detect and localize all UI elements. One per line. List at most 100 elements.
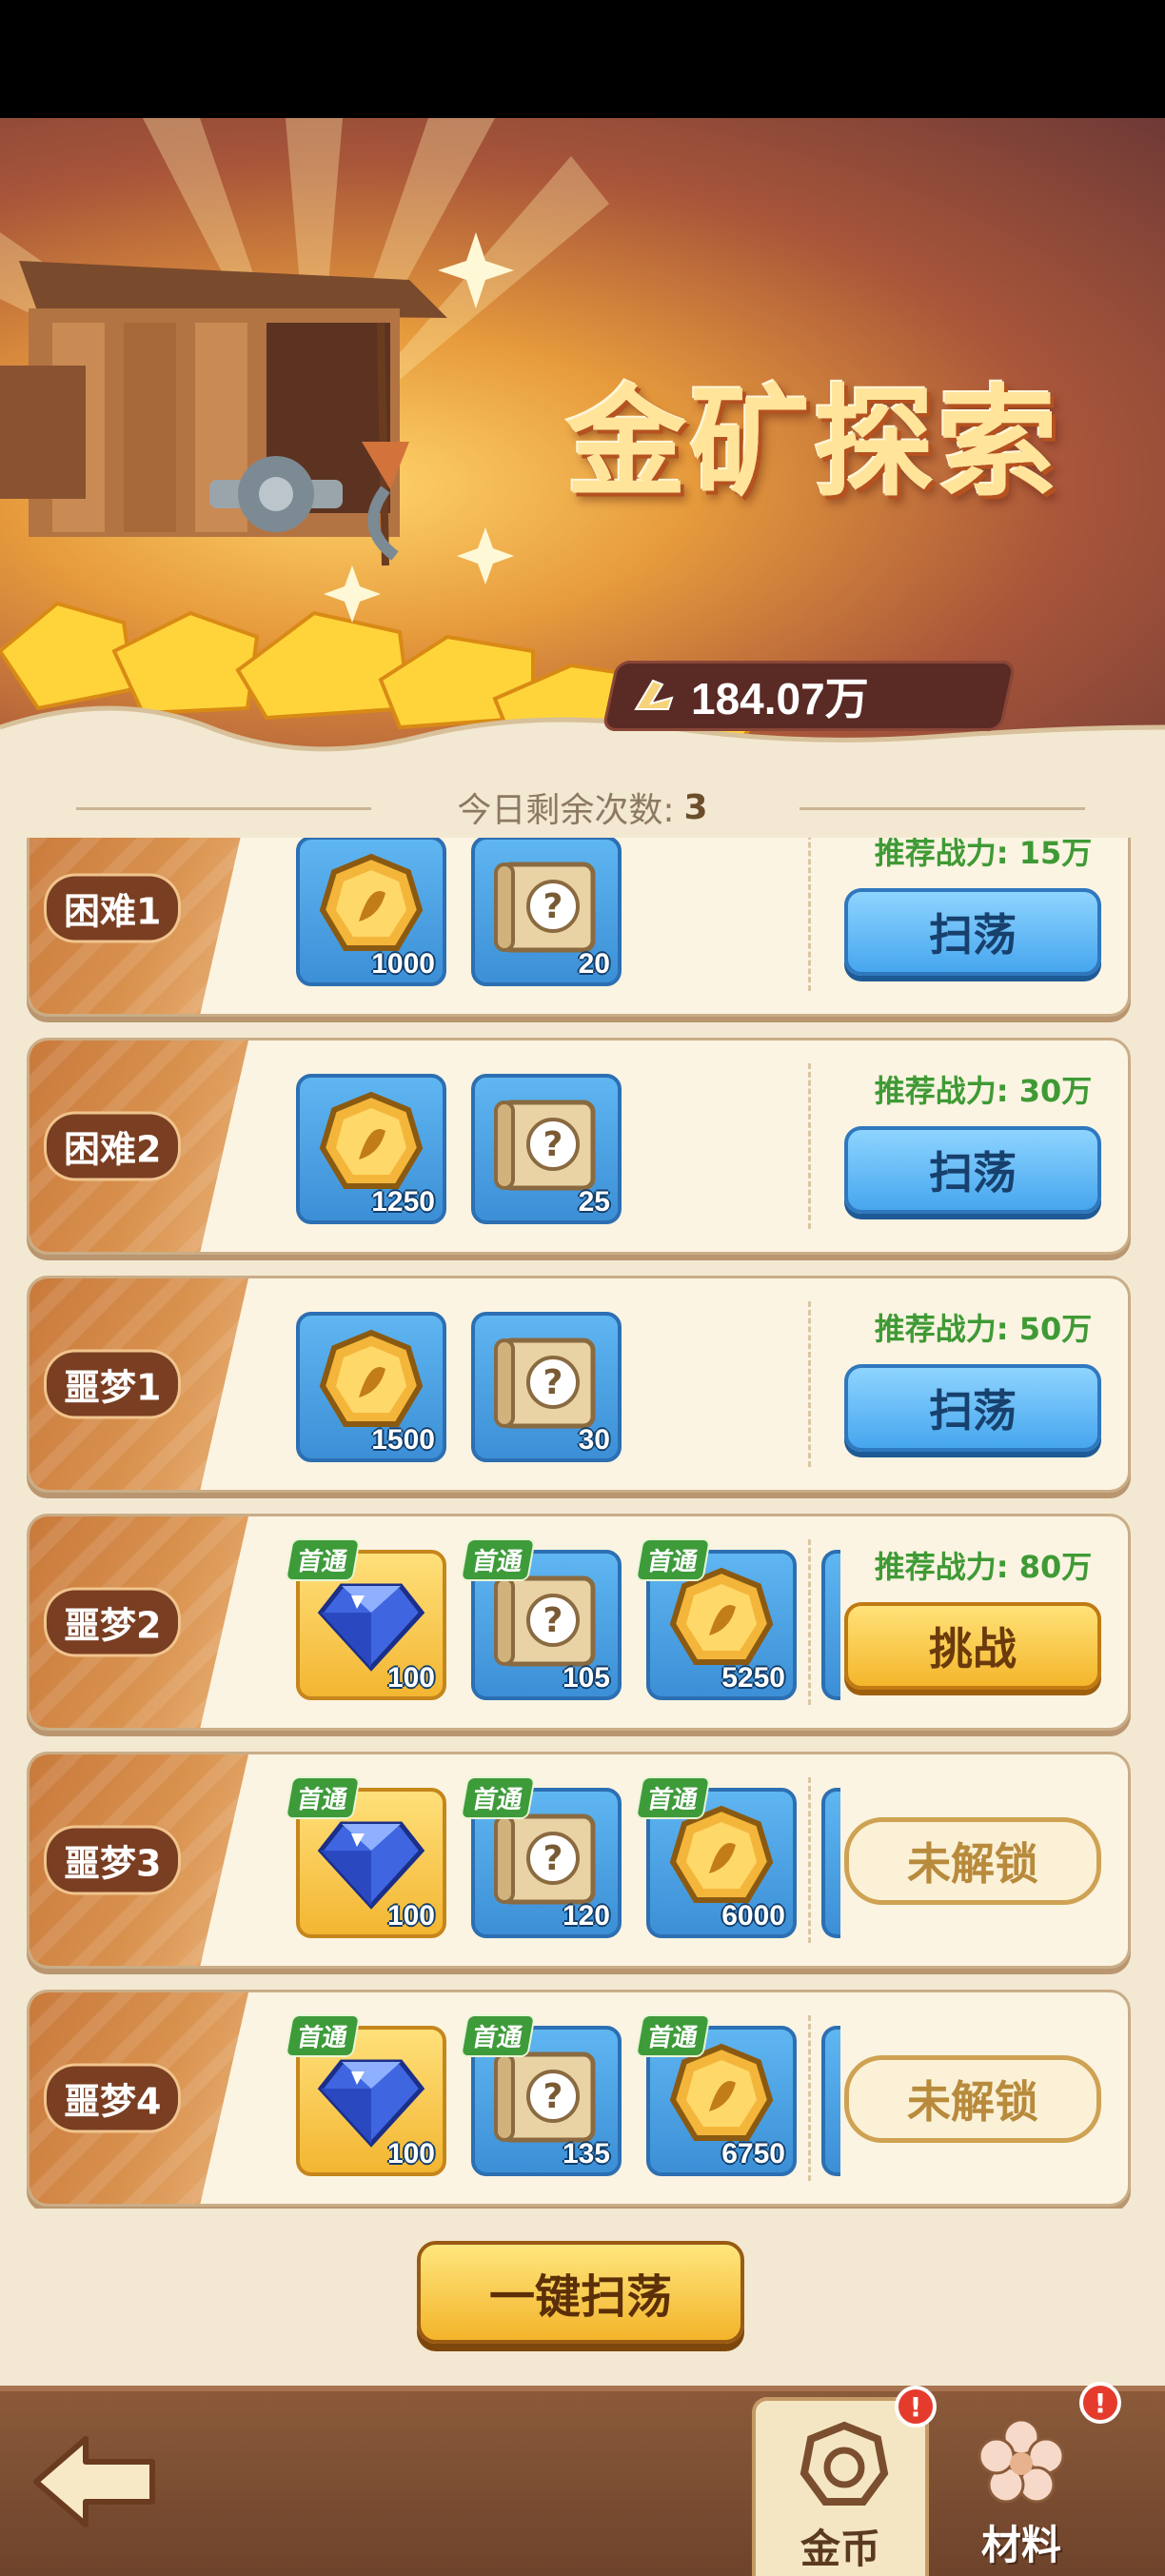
alert-badge: !: [1079, 2382, 1121, 2424]
row-divider: [808, 1777, 811, 1943]
reward-item-partial[interactable]: [821, 1788, 840, 1938]
level-label: 噩梦1: [47, 1352, 179, 1417]
back-arrow-icon[interactable]: [29, 2429, 162, 2534]
remaining-count: 3: [683, 787, 708, 827]
row-divider: [808, 1539, 811, 1705]
reward-item[interactable]: 6000 首通: [637, 1778, 797, 1938]
sweep-button[interactable]: 扫荡: [844, 1126, 1101, 1214]
reward-list: 1000? 20: [267, 838, 839, 1014]
reward-list: 100 首通? 135 首通 6750 首通: [267, 1992, 840, 2204]
reward-list: 1500 ? 30: [267, 1278, 839, 1490]
level-row: 噩梦1 1500 ? 30 推荐战力: 50万扫荡: [27, 1276, 1131, 1493]
first-clear-tag: 首通: [286, 1778, 359, 1817]
first-clear-tag: 首通: [286, 2016, 359, 2055]
recommended-power: 推荐战力: 15万: [874, 838, 1093, 871]
reward-item[interactable]: 100 首通: [286, 1540, 446, 1700]
remaining-label: 今日剩余次数:: [457, 791, 675, 830]
reward-count: 25: [578, 1186, 610, 1218]
level-label: 噩梦4: [47, 2066, 179, 2130]
divider-left: [76, 807, 371, 810]
reward-count: 135: [562, 2138, 610, 2170]
level-label: 噩梦3: [47, 1828, 179, 1892]
reward-item-partial[interactable]: [821, 2026, 840, 2176]
mine-shed-icon: [0, 261, 447, 566]
row-divider: [808, 1301, 811, 1467]
reward-item[interactable]: 100 首通: [286, 2016, 446, 2176]
reward-item[interactable]: 5250 首通: [637, 1540, 797, 1700]
power-value: 184.07万: [691, 674, 869, 723]
level-label: 噩梦2: [47, 1590, 179, 1655]
svg-text:?: ?: [543, 1363, 563, 1402]
first-clear-tag: 首通: [462, 2016, 534, 2055]
sweep-button[interactable]: 扫荡: [844, 1364, 1101, 1452]
tab-gold[interactable]: 金币 !: [752, 2386, 937, 2576]
reward-item[interactable]: ? 135 首通: [462, 2016, 622, 2176]
reward-count: 20: [578, 948, 610, 980]
reward-item[interactable]: 1000: [296, 838, 446, 986]
reward-count: 100: [386, 1900, 435, 1932]
reward-item[interactable]: 1250: [296, 1074, 446, 1224]
level-row: 困难2 1250? 25 推荐战力: 30万 扫荡: [27, 1038, 1131, 1255]
flower-icon: [977, 2418, 1065, 2504]
level-row: 噩梦3 100 首通? 120 首通 6000 首通 未解锁: [27, 1752, 1131, 1969]
reward-item[interactable]: 100 首通: [286, 1778, 446, 1938]
reward-item[interactable]: ? 120 首通: [462, 1778, 622, 1938]
reward-count: 1000: [371, 948, 435, 980]
recommended-power: 推荐战力: 80万: [874, 1549, 1093, 1585]
reward-list: 1250? 25: [267, 1040, 839, 1252]
alert-badge: !: [895, 2386, 937, 2427]
reward-count: 120: [562, 1900, 610, 1932]
first-clear-tag: 首通: [286, 1540, 359, 1579]
level-label: 困难1: [47, 876, 179, 941]
reward-count: 105: [562, 1662, 610, 1694]
divider-right: [800, 807, 1085, 810]
remaining-attempts: 今日剩余次数: 3: [0, 769, 1165, 845]
level-row: 困难1 1000? 20 推荐战力: 15万 扫荡: [27, 838, 1131, 1017]
tab-materials-label: 材料: [980, 2522, 1061, 2568]
reward-item[interactable]: ? 25: [471, 1074, 622, 1224]
reward-count: 5250: [721, 1662, 785, 1694]
reward-item[interactable]: 6750 首通: [637, 2016, 797, 2176]
svg-text:?: ?: [543, 887, 563, 926]
reward-list: 100 首通? 105 首通 5250 首通: [267, 1516, 840, 1728]
status-bar: [0, 0, 1165, 118]
level-row: 噩梦2 100 首通? 105 首通 5250 首通 推荐战力: 80万挑战: [27, 1514, 1131, 1731]
first-clear-tag: 首通: [637, 2016, 709, 2055]
row-divider: [808, 838, 811, 991]
first-clear-tag: 首通: [462, 1778, 534, 1817]
tab-gold-label: 金币: [800, 2526, 880, 2572]
locked-button: 未解锁: [844, 1817, 1101, 1905]
reward-count: 6000: [721, 1900, 785, 1932]
reward-item[interactable]: ? 105 首通: [462, 1540, 622, 1700]
reward-item[interactable]: 1500: [296, 1312, 446, 1462]
level-list[interactable]: 困难1 1000? 20 推荐战力: 15万 扫荡 困难2 1250? 25 推荐战力: 30万…: [0, 838, 1165, 2209]
svg-text:?: ?: [543, 1839, 563, 1878]
gold-coin-icon: [800, 2421, 889, 2506]
svg-text:?: ?: [543, 2077, 563, 2116]
recommended-power: 推荐战力: 50万: [874, 1311, 1093, 1347]
locked-button: 未解锁: [844, 2055, 1101, 2143]
tab-materials[interactable]: 材料 !: [933, 2382, 1121, 2576]
reward-count: 1250: [371, 1186, 435, 1218]
one-click-sweep-button[interactable]: 一键扫荡: [417, 2241, 744, 2344]
svg-text:?: ?: [543, 1601, 563, 1640]
row-divider: [808, 2015, 811, 2181]
reward-list: 100 首通? 120 首通 6000 首通: [267, 1754, 840, 1966]
level-label: 困难2: [47, 1114, 179, 1179]
recommended-power: 推荐战力: 30万: [874, 1073, 1093, 1109]
sweep-button[interactable]: 扫荡: [844, 888, 1101, 976]
reward-item-partial[interactable]: [821, 1550, 840, 1700]
page-title: 金矿探索: [566, 373, 1061, 513]
row-divider: [808, 1063, 811, 1229]
challenge-button[interactable]: 挑战: [844, 1602, 1101, 1690]
reward-count: 6750: [721, 2138, 785, 2170]
reward-count: 1500: [371, 1424, 435, 1456]
bottom-nav: 金币 ! 材料 !: [0, 2382, 1165, 2576]
gold-mine-banner: 金矿探索 184.07万: [0, 118, 1165, 784]
svg-text:?: ?: [543, 1125, 563, 1164]
reward-item[interactable]: ? 30: [471, 1312, 622, 1462]
first-clear-tag: 首通: [637, 1540, 709, 1579]
reward-item[interactable]: ? 20: [471, 838, 622, 986]
power-icon: [634, 679, 674, 710]
reward-count: 100: [386, 2138, 435, 2170]
